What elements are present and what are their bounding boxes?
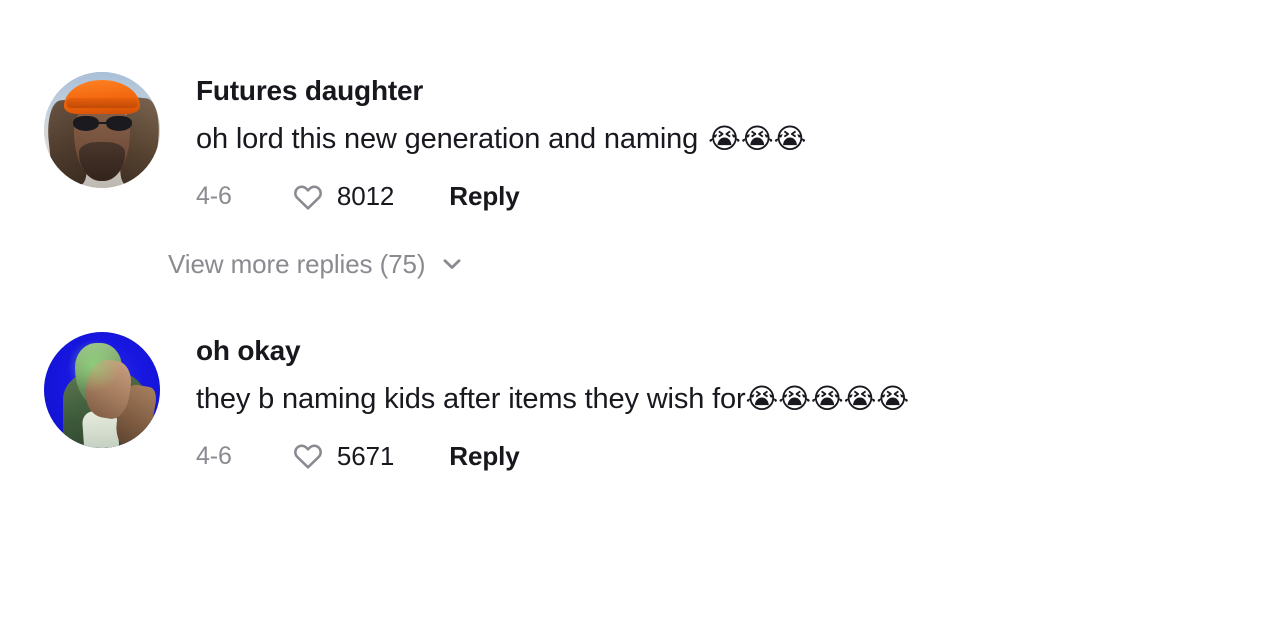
comment-meta: 4-6 5671 Reply [196,440,1256,472]
view-more-replies-label: View more replies (75) [168,248,426,279]
heart-icon [293,185,322,210]
comment-item: Futures daughter oh lord this new genera… [0,0,1280,213]
comment-body: oh okay they b naming kids after items t… [196,332,1256,473]
avatar[interactable] [44,72,160,188]
comment-text: they b naming kids after items they wish… [196,381,1256,419]
like-count: 5671 [336,440,395,471]
avatar-image-oh-okay [44,331,160,448]
crying-face-emoji-group: 😭😭😭😭😭 [745,381,910,415]
comment-item: oh okay they b naming kids after items t… [0,280,1280,473]
comment-meta: 4-6 8012 Reply [196,181,1256,213]
comment-date: 4-6 [196,441,232,470]
comment-text-content: they b naming kids after items they wish… [196,382,746,415]
comment-text: oh lord this new generation and naming 😭😭… [196,121,1256,159]
avatar[interactable] [44,331,160,448]
chevron-down-icon [443,259,461,270]
like-button[interactable]: 5671 [292,440,394,472]
heart-icon [293,444,322,470]
comment-username[interactable]: oh okay [196,334,1256,367]
view-more-replies-button[interactable]: View more replies (75) [168,249,465,280]
like-button[interactable]: 8012 [292,181,394,213]
reply-button[interactable]: Reply [449,181,519,212]
like-count: 8012 [336,181,395,212]
crying-face-emoji-group: 😭😭😭 [708,122,807,156]
reply-button[interactable]: Reply [449,441,519,472]
avatar-image-futures-daughter [44,72,160,188]
comment-date: 4-6 [196,182,232,211]
comment-list: Futures daughter oh lord this new genera… [0,0,1280,620]
comment-body: Futures daughter oh lord this new genera… [196,72,1256,213]
comment-text-content: oh lord this new generation and naming [196,123,699,156]
comment-username[interactable]: Futures daughter [196,74,1256,107]
